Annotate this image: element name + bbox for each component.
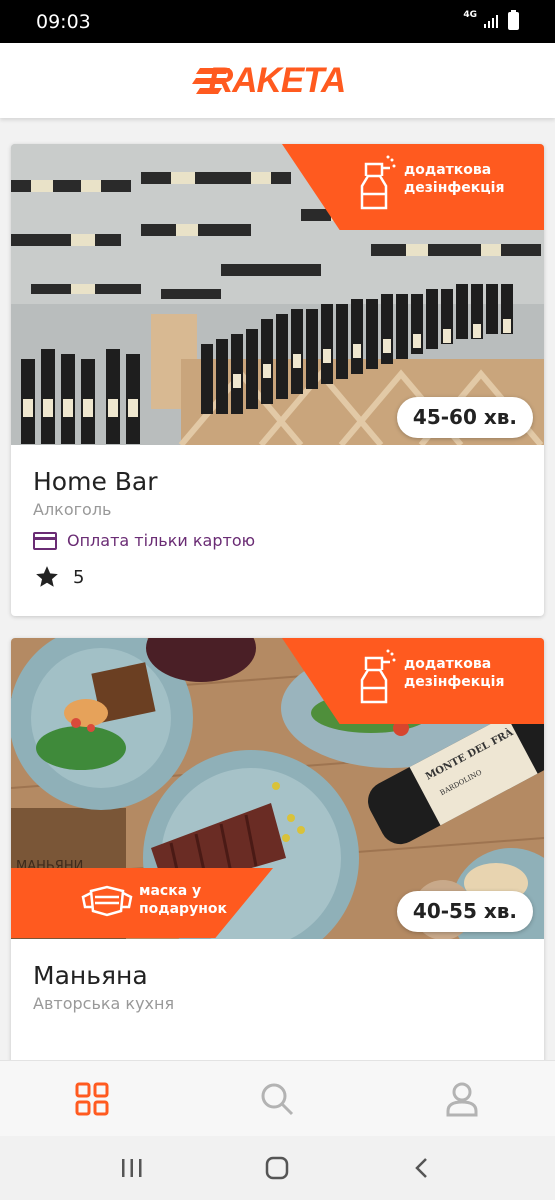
status-bar: 09:03 4G — [0, 0, 555, 43]
rating-value: 5 — [73, 566, 85, 588]
app-header: RAKETA — [0, 43, 555, 118]
restaurant-info: Home Bar Алкоголь Оплата тільки картою 5 — [11, 445, 544, 590]
bottom-navigation — [0, 1060, 555, 1136]
grid-icon[interactable] — [74, 1081, 110, 1117]
restaurant-category: Алкоголь — [33, 500, 112, 519]
restaurant-info: Маньяна Авторська кухня — [11, 939, 544, 1013]
payment-note: Оплата тільки картою — [33, 531, 522, 550]
promo-text: додаткова дезінфекція — [404, 162, 505, 196]
network-type: 4G — [463, 10, 477, 20]
payment-note-text: Оплата тільки картою — [67, 531, 256, 550]
promo-text: додаткова дезінфекція — [404, 656, 505, 690]
credit-card-icon — [33, 531, 57, 550]
spray-bottle-icon — [360, 155, 396, 210]
restaurant-photo: додаткова дезінфекція 45-60 хв. — [11, 144, 544, 445]
rating: 5 — [33, 564, 522, 590]
restaurant-card-manyana[interactable]: MONTE DEL FRÀ BARDOLINO МАНЬЯНИ додатков… — [11, 638, 544, 1060]
restaurant-card-home-bar[interactable]: додаткова дезінфекція 45-60 хв. Home Bar… — [11, 144, 544, 616]
system-navigation-bar — [0, 1136, 555, 1200]
restaurant-feed[interactable]: додаткова дезінфекція 45-60 хв. Home Bar… — [0, 118, 555, 1060]
logo-text: RAKETA — [208, 61, 346, 100]
face-mask-icon — [81, 885, 133, 917]
recents-icon[interactable] — [120, 1156, 144, 1180]
spray-bottle-icon — [360, 649, 396, 704]
delivery-time-badge: 45-60 хв. — [396, 397, 533, 438]
restaurant-category: Авторська кухня — [33, 994, 175, 1013]
delivery-time-badge: 40-55 хв. — [396, 891, 533, 932]
restaurant-name: Маньяна — [33, 961, 148, 990]
restaurant-name: Home Bar — [33, 467, 158, 496]
star-icon — [36, 566, 58, 587]
signal-icon — [484, 15, 498, 28]
raketa-logo: RAKETA — [192, 61, 364, 100]
restaurant-photo: MONTE DEL FRÀ BARDOLINO МАНЬЯНИ додатков… — [11, 638, 544, 939]
home-icon[interactable] — [264, 1156, 290, 1180]
back-icon[interactable] — [410, 1156, 434, 1180]
status-time: 09:03 — [36, 11, 91, 33]
battery-icon — [508, 10, 519, 30]
profile-icon[interactable] — [444, 1081, 480, 1117]
search-icon[interactable] — [259, 1081, 295, 1117]
